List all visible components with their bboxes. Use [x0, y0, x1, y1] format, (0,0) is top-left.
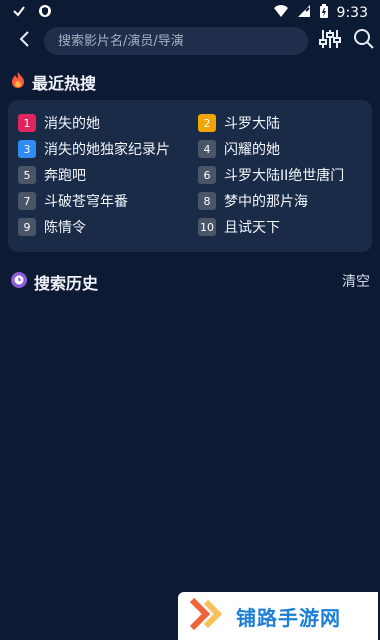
history-title: 搜索历史: [34, 274, 99, 293]
rank-badge: 7: [18, 192, 36, 210]
status-time: 9:33: [336, 5, 368, 21]
back-arrow-icon: [18, 30, 32, 52]
hot-item[interactable]: 2 斗罗大陆: [198, 110, 362, 136]
rank-badge: 2: [198, 114, 216, 132]
hot-item[interactable]: 8 梦中的那片海: [198, 188, 362, 214]
rank-badge: 9: [18, 218, 36, 236]
hot-item[interactable]: 1 消失的她: [18, 110, 182, 136]
toolbar-icons: [318, 29, 376, 53]
hot-item[interactable]: 10 且试天下: [198, 214, 362, 240]
hot-search-card: 1 消失的她 2 斗罗大陆 3 消失的她独家纪录片 4 闪耀的她 5 奔跑吧 6…: [8, 100, 372, 252]
search-button[interactable]: [352, 29, 376, 53]
hot-search-grid: 1 消失的她 2 斗罗大陆 3 消失的她独家纪录片 4 闪耀的她 5 奔跑吧 6…: [18, 110, 362, 242]
status-right: 9:33: [273, 3, 368, 23]
status-bar: 9:33: [0, 0, 380, 26]
chevron-logo-icon: [188, 596, 228, 636]
search-row: [0, 26, 380, 56]
hot-item[interactable]: 9 陈情令: [18, 214, 182, 240]
rank-badge: 1: [18, 114, 36, 132]
watermark-text: 铺路手游网: [236, 605, 341, 630]
hot-item-title: 斗罗大陆II绝世唐门: [224, 168, 345, 184]
search-input[interactable]: [56, 32, 296, 50]
search-box[interactable]: [44, 27, 308, 55]
hot-item-title: 消失的她: [44, 116, 100, 132]
back-button[interactable]: [10, 26, 40, 56]
history-icon: [10, 271, 28, 293]
filter-sliders-icon: [319, 28, 341, 54]
hot-item-title: 奔跑吧: [44, 168, 86, 184]
filter-button[interactable]: [318, 29, 342, 53]
hot-item[interactable]: 3 消失的她独家纪录片: [18, 136, 182, 162]
rank-badge: 8: [198, 192, 216, 210]
rank-badge: 6: [198, 166, 216, 184]
wifi-icon: [273, 4, 289, 22]
shield-icon: [38, 4, 52, 22]
hot-item[interactable]: 4 闪耀的她: [198, 136, 362, 162]
search-icon: [353, 28, 375, 54]
signal-icon: [297, 4, 311, 22]
rank-badge: 3: [18, 140, 36, 158]
hot-item[interactable]: 6 斗罗大陆II绝世唐门: [198, 162, 362, 188]
hot-item-title: 且试天下: [224, 220, 280, 236]
watermark: 铺路手游网: [178, 592, 378, 640]
hot-item[interactable]: 5 奔跑吧: [18, 162, 182, 188]
hot-item-title: 斗破苍穹年番: [44, 194, 128, 210]
hot-item-title: 闪耀的她: [224, 142, 280, 158]
hot-item[interactable]: 7 斗破苍穹年番: [18, 188, 182, 214]
rank-badge: 5: [18, 166, 36, 184]
battery-icon: [319, 3, 329, 23]
hot-title: 最近热搜: [32, 74, 97, 93]
hot-item-title: 梦中的那片海: [224, 194, 308, 210]
hot-item-title: 消失的她独家纪录片: [44, 142, 170, 158]
rank-badge: 10: [198, 218, 216, 236]
history-section-title: 搜索历史: [10, 270, 98, 294]
clear-history-button[interactable]: 清空: [342, 271, 370, 291]
flame-icon: [10, 71, 26, 93]
check-icon: [12, 4, 26, 22]
hot-item-title: 陈情令: [44, 220, 86, 236]
rank-badge: 4: [198, 140, 216, 158]
status-left: [12, 4, 52, 22]
hot-section-title: 最近热搜: [10, 70, 96, 94]
hot-item-title: 斗罗大陆: [224, 116, 280, 132]
